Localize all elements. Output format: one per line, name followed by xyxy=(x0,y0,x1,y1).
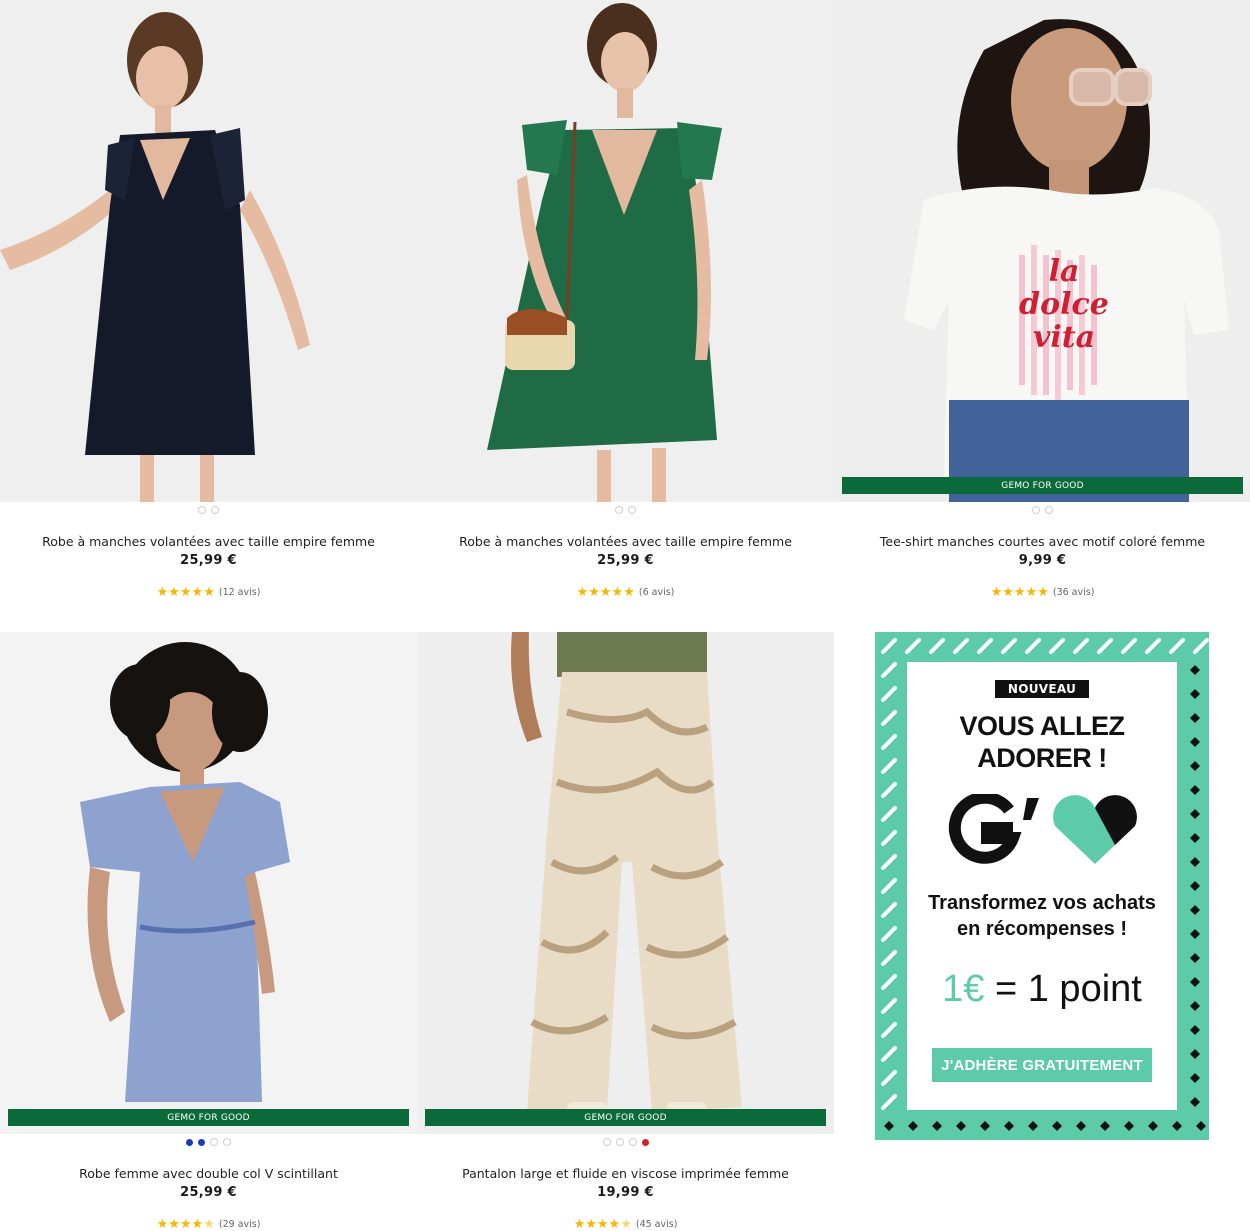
color-swatch[interactable] xyxy=(615,1138,624,1146)
product-card[interactable]: GEMO FOR GOOD Robe femme avec double col… xyxy=(0,632,417,1231)
product-photo-figure xyxy=(834,0,1250,502)
product-image[interactable]: GEMO FOR GOOD xyxy=(417,632,834,1134)
product-price: 25,99 € xyxy=(597,553,654,568)
product-title[interactable]: Robe à manches volantées avec taille emp… xyxy=(417,534,834,549)
review-count: (12 avis) xyxy=(218,587,261,598)
product-image[interactable] xyxy=(0,0,417,502)
review-count: (6 avis) xyxy=(638,587,675,598)
new-badge: NOUVEAU xyxy=(995,680,1089,698)
product-photo-figure xyxy=(417,0,834,502)
star-rating-icon: ★★★★★ xyxy=(574,1217,632,1231)
color-swatches xyxy=(417,504,834,516)
product-price: 25,99 € xyxy=(180,553,237,568)
g-heart-logo-icon xyxy=(948,794,1137,864)
color-swatch[interactable] xyxy=(641,1138,649,1146)
review-count: (36 avis) xyxy=(1052,587,1095,598)
star-rating-icon: ★★★★★ xyxy=(157,1217,215,1231)
product-title[interactable]: Robe à manches volantées avec taille emp… xyxy=(0,534,417,549)
promo-headline: VOUS ALLEZ xyxy=(959,711,1125,741)
join-free-button[interactable]: J'ADHÈRE GRATUITEMENT xyxy=(932,1048,1152,1082)
product-price: 19,99 € xyxy=(597,1185,654,1200)
product-rating[interactable]: ★★★★★ (12 avis) xyxy=(0,585,417,600)
star-rating-icon: ★★★★★ xyxy=(576,585,635,600)
full-stars: ★★★★ xyxy=(573,1217,621,1231)
product-card[interactable]: Robe à manches volantées avec taille emp… xyxy=(417,0,834,600)
color-swatch[interactable] xyxy=(186,1138,193,1146)
product-title[interactable]: Tee-shirt manches courtes avec motif col… xyxy=(834,534,1250,549)
product-rating[interactable]: ★★★★★ (29 avis) xyxy=(0,1217,417,1231)
color-swatch[interactable] xyxy=(1032,506,1040,514)
color-swatch[interactable] xyxy=(223,1138,231,1146)
promo-subtitle: Transformez vos achats xyxy=(928,892,1156,914)
tee-print-text: la dolce vita xyxy=(1019,255,1109,354)
color-swatches xyxy=(0,1136,417,1148)
star-rating-icon: ★★★★★ xyxy=(990,585,1049,600)
promo-headline: ADORER ! xyxy=(977,743,1107,773)
product-photo-figure xyxy=(0,632,417,1134)
product-photo-figure xyxy=(417,632,834,1134)
product-price: 9,99 € xyxy=(1018,553,1067,568)
review-count: (45 avis) xyxy=(635,1219,678,1230)
product-card[interactable]: GEMO FOR GOOD Pantalon large et fluide e… xyxy=(417,632,834,1231)
product-image[interactable]: GEMO FOR GOOD xyxy=(0,632,417,1134)
color-swatch[interactable] xyxy=(210,1138,218,1146)
points-rule: 1€ = 1 point xyxy=(875,968,1209,1011)
product-image[interactable] xyxy=(417,0,834,502)
color-swatch[interactable] xyxy=(198,1138,205,1146)
gemo-for-good-badge: GEMO FOR GOOD xyxy=(425,1109,826,1126)
star-rating-icon: ★★★★★ xyxy=(156,585,215,600)
product-title[interactable]: Pantalon large et fluide en viscose impr… xyxy=(417,1166,834,1181)
color-swatch[interactable] xyxy=(628,1138,637,1146)
color-swatch[interactable] xyxy=(211,506,219,514)
half-star-icon: ★ xyxy=(203,1217,215,1231)
product-photo-figure xyxy=(0,0,417,502)
tee-print-line: dolce xyxy=(1019,287,1109,322)
half-star-icon: ★ xyxy=(620,1217,632,1231)
color-swatches xyxy=(834,504,1250,516)
product-title[interactable]: Robe femme avec double col V scintillant xyxy=(0,1166,417,1181)
product-card[interactable]: Robe à manches volantées avec taille emp… xyxy=(0,0,417,600)
color-swatch[interactable] xyxy=(198,506,206,514)
full-stars: ★★★★ xyxy=(156,1217,204,1231)
tee-print-line: la xyxy=(1048,254,1080,289)
product-rating[interactable]: ★★★★★ (45 avis) xyxy=(417,1217,834,1231)
points-equals: = 1 point xyxy=(984,968,1142,1010)
color-swatch[interactable] xyxy=(602,1138,611,1146)
color-swatch[interactable] xyxy=(1045,506,1053,514)
color-swatches xyxy=(417,1136,834,1148)
review-count: (29 avis) xyxy=(218,1219,261,1230)
points-euro: 1€ xyxy=(942,968,985,1010)
product-rating[interactable]: ★★★★★ (6 avis) xyxy=(417,585,834,600)
product-card[interactable]: la dolce vita GEMO FOR GOOD Tee-shirt ma… xyxy=(834,0,1250,600)
product-price: 25,99 € xyxy=(180,1185,237,1200)
product-rating[interactable]: ★★★★★ (36 avis) xyxy=(834,585,1250,600)
loyalty-promo-banner[interactable]: NOUVEAU VOUS ALLEZ ADORER ! Transformez … xyxy=(875,632,1209,1140)
product-image[interactable]: la dolce vita GEMO FOR GOOD xyxy=(834,0,1250,502)
color-swatches xyxy=(0,504,417,516)
gemo-for-good-badge: GEMO FOR GOOD xyxy=(842,477,1243,494)
tee-print-line: vita xyxy=(1032,320,1096,355)
gemo-for-good-badge: GEMO FOR GOOD xyxy=(8,1109,409,1126)
color-swatch[interactable] xyxy=(628,506,636,514)
promo-subtitle: en récompenses ! xyxy=(956,918,1128,940)
color-swatch[interactable] xyxy=(615,506,623,514)
